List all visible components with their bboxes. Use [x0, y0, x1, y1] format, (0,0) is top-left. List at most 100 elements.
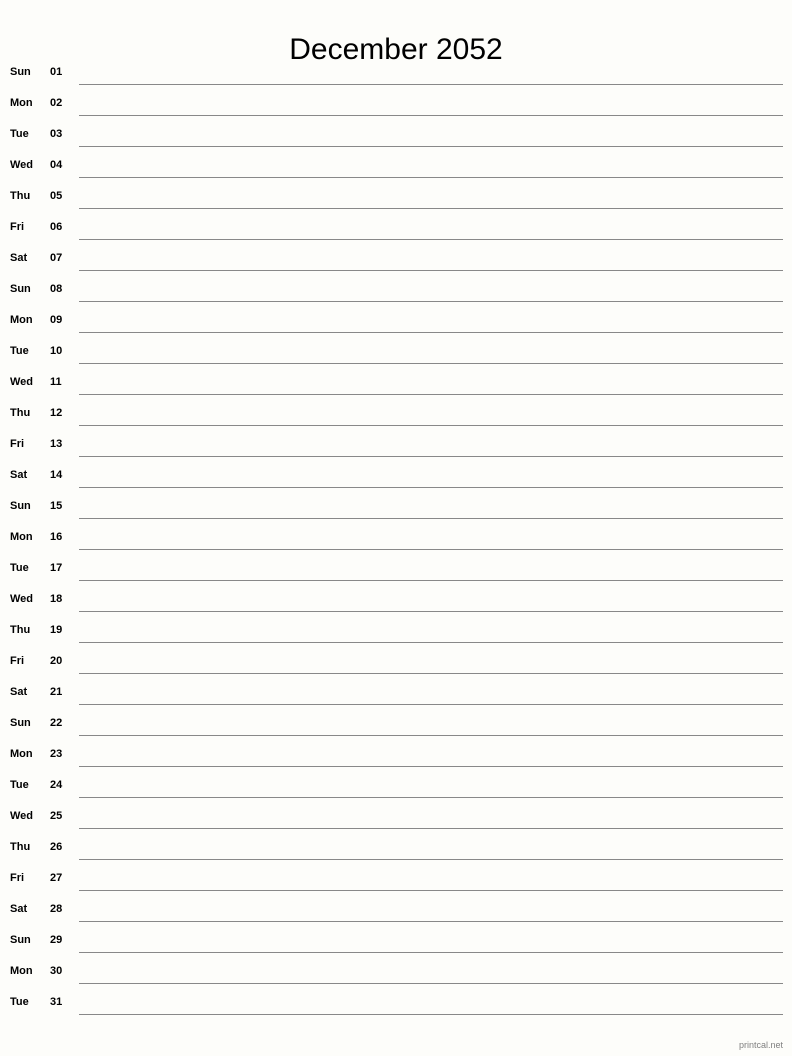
note-write-line[interactable]: [79, 456, 783, 457]
day-number: 22: [50, 717, 63, 729]
note-write-line[interactable]: [79, 146, 783, 147]
day-number: 18: [50, 593, 63, 605]
day-number: 06: [50, 221, 63, 233]
day-row: Sun 01: [0, 60, 792, 91]
note-write-line[interactable]: [79, 890, 783, 891]
day-row: Wed 25: [0, 804, 792, 835]
note-write-line[interactable]: [79, 332, 783, 333]
note-write-line[interactable]: [79, 828, 783, 829]
note-write-line[interactable]: [79, 549, 783, 550]
day-number: 21: [50, 686, 63, 698]
weekday-label: Sat: [10, 252, 28, 264]
note-write-line[interactable]: [79, 301, 783, 302]
day-row: Fri 27: [0, 866, 792, 897]
note-write-line[interactable]: [79, 983, 783, 984]
day-row: Fri 20: [0, 649, 792, 680]
note-write-line[interactable]: [79, 952, 783, 953]
day-row: Tue 03: [0, 122, 792, 153]
day-number: 24: [50, 779, 63, 791]
weekday-label: Wed: [10, 159, 34, 171]
day-row: Thu 05: [0, 184, 792, 215]
footer-credit: printcal.net: [738, 1040, 783, 1050]
note-write-line[interactable]: [79, 797, 783, 798]
weekday-label: Mon: [10, 748, 33, 760]
day-row: Thu 26: [0, 835, 792, 866]
day-row: Mon 23: [0, 742, 792, 773]
note-write-line[interactable]: [79, 766, 783, 767]
note-write-line[interactable]: [79, 487, 783, 488]
day-number: 16: [50, 531, 63, 543]
day-row: Mon 02: [0, 91, 792, 122]
day-row: Sat 28: [0, 897, 792, 928]
note-write-line[interactable]: [79, 859, 783, 860]
note-write-line[interactable]: [79, 270, 783, 271]
day-row: Wed 18: [0, 587, 792, 618]
note-write-line[interactable]: [79, 208, 783, 209]
day-row: Sat 21: [0, 680, 792, 711]
day-number: 26: [50, 841, 63, 853]
day-number: 27: [50, 872, 63, 884]
weekday-label: Sun: [10, 283, 31, 295]
day-row: Mon 30: [0, 959, 792, 990]
note-write-line[interactable]: [79, 363, 783, 364]
day-row: Fri 06: [0, 215, 792, 246]
weekday-label: Mon: [10, 531, 33, 543]
day-number: 10: [50, 345, 63, 357]
weekday-label: Fri: [10, 655, 25, 667]
note-write-line[interactable]: [79, 642, 783, 643]
day-row: Sun 22: [0, 711, 792, 742]
weekday-label: Sat: [10, 469, 28, 481]
day-number: 09: [50, 314, 63, 326]
day-number: 29: [50, 934, 63, 946]
day-row: Thu 19: [0, 618, 792, 649]
day-number: 17: [50, 562, 63, 574]
day-number: 04: [50, 159, 63, 171]
day-number: 08: [50, 283, 63, 295]
day-number: 12: [50, 407, 63, 419]
day-row: Tue 31: [0, 990, 792, 1021]
day-row: Thu 12: [0, 401, 792, 432]
note-write-line[interactable]: [79, 921, 783, 922]
day-row: Fri 13: [0, 432, 792, 463]
weekday-label: Tue: [10, 345, 29, 357]
day-row: Sun 08: [0, 277, 792, 308]
note-write-line[interactable]: [79, 518, 783, 519]
weekday-label: Sun: [10, 66, 31, 78]
weekday-label: Mon: [10, 965, 33, 977]
weekday-label: Tue: [10, 779, 29, 791]
day-row: Sat 14: [0, 463, 792, 494]
weekday-label: Thu: [10, 190, 31, 202]
weekday-label: Fri: [10, 438, 25, 450]
day-row: Mon 09: [0, 308, 792, 339]
weekday-label: Sun: [10, 717, 31, 729]
day-row: Wed 04: [0, 153, 792, 184]
day-number: 15: [50, 500, 63, 512]
note-write-line[interactable]: [79, 239, 783, 240]
note-write-line[interactable]: [79, 115, 783, 116]
note-write-line[interactable]: [79, 425, 783, 426]
day-number: 02: [50, 97, 63, 109]
note-write-line[interactable]: [79, 84, 783, 85]
note-write-line[interactable]: [79, 1014, 783, 1015]
weekday-label: Wed: [10, 810, 34, 822]
day-number: 31: [50, 996, 63, 1008]
weekday-label: Sun: [10, 934, 31, 946]
note-write-line[interactable]: [79, 394, 783, 395]
note-write-line[interactable]: [79, 704, 783, 705]
note-write-line[interactable]: [79, 673, 783, 674]
weekday-label: Mon: [10, 97, 33, 109]
note-write-line[interactable]: [79, 735, 783, 736]
day-row: Sat 07: [0, 246, 792, 277]
weekday-label: Sun: [10, 500, 31, 512]
day-row-list: Sun 01 Mon 02 Tue 03 Wed 04 Thu 05 Fri 06 Sat 07 Sun 08…: [0, 60, 792, 1021]
day-row: Tue 24: [0, 773, 792, 804]
day-number: 11: [50, 376, 62, 388]
day-row: Wed 11: [0, 370, 792, 401]
note-write-line[interactable]: [79, 580, 783, 581]
weekday-label: Thu: [10, 407, 31, 419]
day-number: 19: [50, 624, 63, 636]
day-row: Tue 10: [0, 339, 792, 370]
weekday-label: Thu: [10, 841, 31, 853]
note-write-line[interactable]: [79, 611, 783, 612]
note-write-line[interactable]: [79, 177, 783, 178]
